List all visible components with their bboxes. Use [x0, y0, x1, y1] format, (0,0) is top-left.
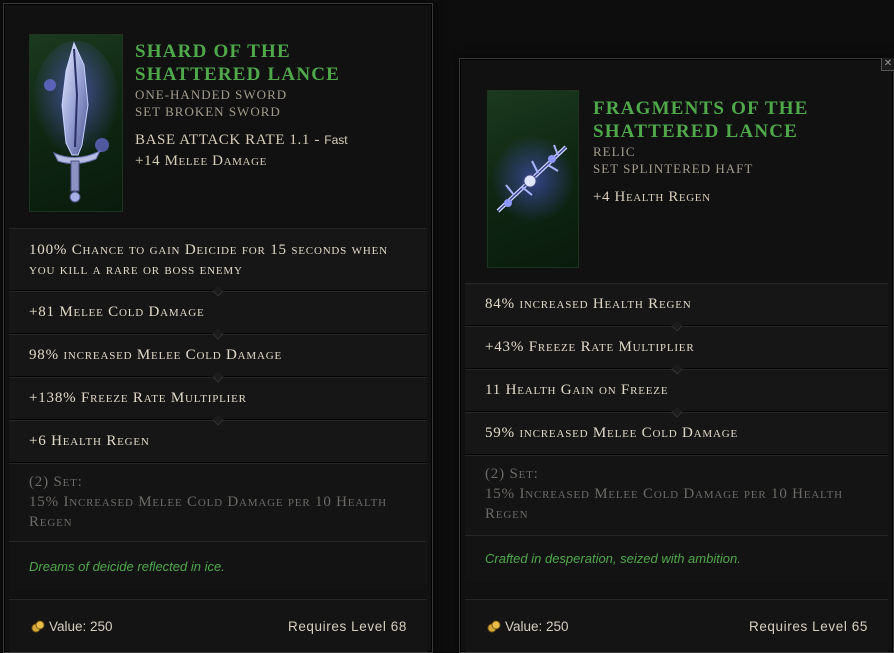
- implicit-stat: +14 Melee Damage: [135, 153, 267, 169]
- item-header-text: Fragments of the Shattered Lance Relic S…: [593, 97, 883, 208]
- item-set: Set Splintered Haft: [593, 161, 754, 176]
- implicit-stat: +4 Health Regen: [593, 189, 711, 205]
- affix-row: +6 Health Regen: [9, 420, 427, 463]
- lore-line: Crafted in desperation, seized with ambi…: [485, 551, 741, 566]
- set-bonus-text: 15% Increased Melee Cold Damage per 10 H…: [485, 486, 843, 522]
- affix-row: 98% increased Melee Cold Damage: [9, 334, 427, 377]
- set-bonus-text: 15% Increased Melee Cold Damage per 10 H…: [29, 494, 387, 530]
- item-type: One-Handed Sword: [135, 87, 288, 102]
- affix-text: +43% Freeze Rate Multiplier: [485, 339, 695, 355]
- affix-row: +43% Freeze Rate Multiplier: [465, 326, 888, 369]
- set-bonus: (2) Set: 15% Increased Melee Cold Damage…: [9, 463, 427, 541]
- lore-text: Crafted in desperation, seized with ambi…: [465, 535, 888, 581]
- base-attack-rate: Base Attack Rate 1.1 - Fast: [135, 130, 422, 151]
- affix-row: 59% increased Melee Cold Damage: [465, 412, 888, 455]
- coin-icon: [487, 620, 501, 633]
- item-type: Relic: [593, 144, 636, 159]
- level-requirement: Requires Level 68: [287, 618, 407, 634]
- affix-text: 98% increased Melee Cold Damage: [29, 347, 283, 363]
- affix-text: 11 Health Gain on Freeze: [485, 382, 669, 398]
- item-value: Value: 250: [31, 619, 113, 634]
- sword-icon: [29, 34, 123, 212]
- set-bonus-title: (2) Set:: [29, 474, 83, 490]
- affix-text: 59% increased Melee Cold Damage: [485, 425, 739, 441]
- item-value: Value: 250: [487, 619, 569, 634]
- affix-text: +81 Melee Cold Damage: [29, 304, 205, 320]
- affix-row: +138% Freeze Rate Multiplier: [9, 377, 427, 420]
- affix-row: 84% increased Health Regen: [465, 283, 888, 326]
- affix-text: 84% increased Health Regen: [485, 296, 692, 312]
- lore-line: Dreams of deicide reflected in ice.: [29, 559, 225, 574]
- affix-row: +81 Melee Cold Damage: [9, 291, 427, 334]
- tooltip-header: Fragments of the Shattered Lance Relic S…: [460, 59, 893, 283]
- item-value-text: Value: 250: [505, 618, 569, 634]
- base-attack-rate-label: Base Attack Rate 1.1 -: [135, 132, 320, 148]
- item-name: Fragments of the Shattered Lance: [593, 98, 809, 142]
- relic-icon: [487, 90, 579, 268]
- item-name: Shard of the Shattered Lance: [135, 41, 341, 85]
- set-bonus: (2) Set: 15% Increased Melee Cold Damage…: [465, 455, 888, 535]
- tooltip-footer: Value: 250 Requires Level 68: [9, 599, 427, 652]
- affix-row: 11 Health Gain on Freeze: [465, 369, 888, 412]
- tooltip-footer: Value: 250 Requires Level 65: [465, 599, 888, 652]
- item-value-text: Value: 250: [49, 618, 113, 634]
- tooltip-header: Shard of the Shattered Lance One-Handed …: [4, 4, 432, 228]
- item-set: Set Broken Sword: [135, 104, 281, 119]
- coin-icon: [31, 620, 45, 633]
- item-header-text: Shard of the Shattered Lance One-Handed …: [135, 40, 422, 172]
- attack-speed: Fast: [324, 133, 348, 147]
- set-bonus-title: (2) Set:: [485, 466, 539, 482]
- item-tooltip-shard: Shard of the Shattered Lance One-Handed …: [3, 3, 433, 653]
- affix-row: 100% Chance to gain Deicide for 15 secon…: [9, 228, 427, 291]
- item-tooltip-fragments: ✕ Fragments of the Shattered Lanc: [459, 58, 894, 653]
- lore-text: Dreams of deicide reflected in ice.: [9, 541, 427, 591]
- affix-text: +6 Health Regen: [29, 433, 150, 449]
- affix-text: 100% Chance to gain Deicide for 15 secon…: [29, 241, 388, 278]
- level-requirement: Requires Level 65: [748, 618, 868, 634]
- affix-text: +138% Freeze Rate Multiplier: [29, 390, 247, 406]
